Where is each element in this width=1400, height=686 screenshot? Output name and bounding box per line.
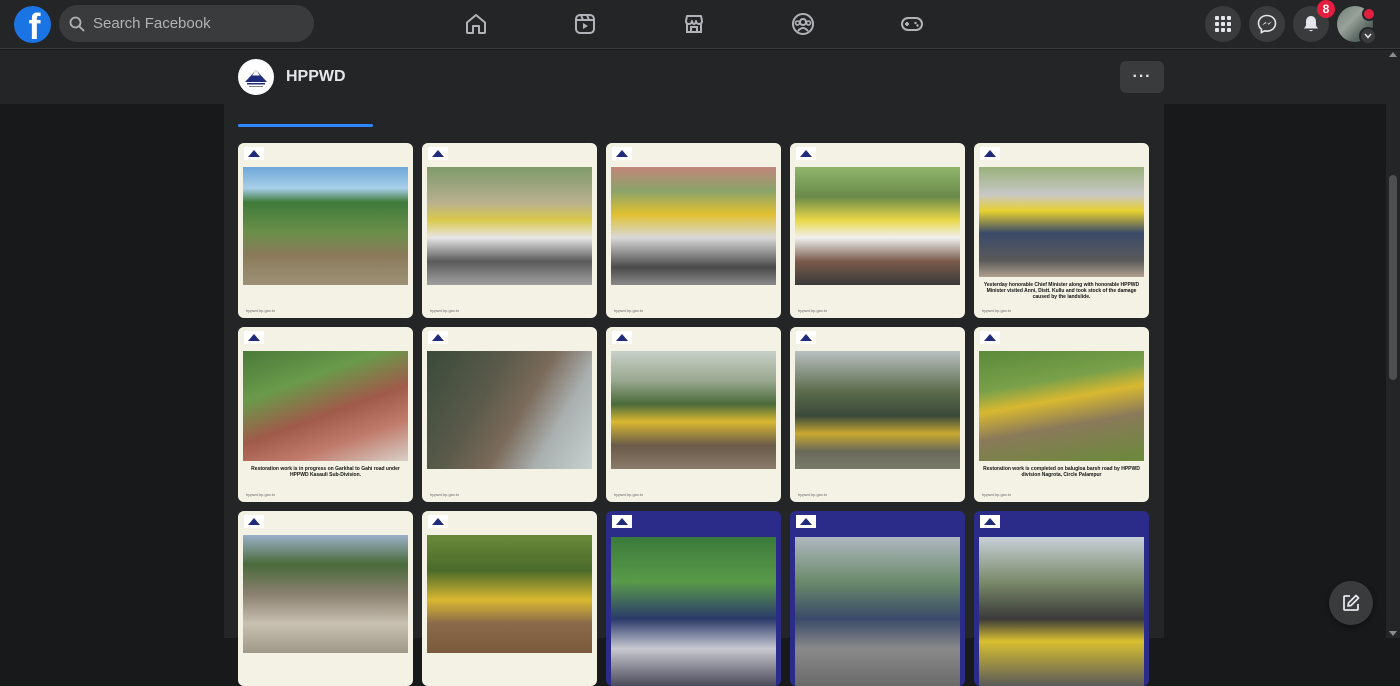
rockfall-photo xyxy=(243,535,408,653)
photo-tile[interactable]: Restoration work is completed on baluglo… xyxy=(974,327,1149,502)
page-header: HPPWD ··· xyxy=(0,50,1386,104)
hppwd-logo-icon xyxy=(245,70,267,87)
officials-photo xyxy=(979,537,1144,686)
status-dot xyxy=(1362,7,1376,21)
hp-logo-icon xyxy=(612,331,632,344)
crowd-photo xyxy=(611,167,776,285)
restoration-photo xyxy=(243,351,408,461)
groups-icon xyxy=(792,13,814,35)
active-tab-indicator xyxy=(238,124,373,127)
nav-home[interactable] xyxy=(460,8,492,40)
hp-logo-icon xyxy=(612,515,632,528)
top-navigation-bar: f 8 xyxy=(0,0,1400,49)
compose-icon xyxy=(1343,594,1360,611)
photo-tile[interactable]: hppwd.hp.gov.in xyxy=(790,327,965,502)
photo-tile[interactable] xyxy=(606,511,781,686)
hp-logo-icon xyxy=(428,515,448,528)
photo-tile[interactable] xyxy=(790,511,965,686)
photo-tile[interactable]: Restoration work is in progress on Garkh… xyxy=(238,327,413,502)
photo-tile[interactable]: hppwd.hp.gov.in xyxy=(422,327,597,502)
bell-icon xyxy=(1304,16,1318,32)
messenger-button[interactable] xyxy=(1249,6,1285,42)
marketplace-icon xyxy=(685,15,703,33)
facebook-logo[interactable]: f xyxy=(14,6,51,43)
photo-tile[interactable]: hppwd.hp.gov.in xyxy=(790,143,965,318)
search-input[interactable] xyxy=(91,14,295,33)
nav-marketplace[interactable] xyxy=(678,8,710,40)
nav-groups[interactable] xyxy=(787,8,819,40)
page-scrollbar[interactable] xyxy=(1386,50,1400,638)
photo-tile[interactable]: hppwd.hp.gov.in xyxy=(606,327,781,502)
officials-photo xyxy=(611,537,776,686)
photo-tile[interactable] xyxy=(422,511,597,686)
messenger-icon xyxy=(1257,14,1277,34)
crowd-photo xyxy=(427,167,592,285)
hp-logo-icon xyxy=(980,515,1000,528)
search-box[interactable] xyxy=(59,5,314,42)
officials-photo xyxy=(795,537,960,686)
nav-watch[interactable] xyxy=(569,8,601,40)
new-message-button[interactable] xyxy=(1329,581,1373,625)
gaming-icon xyxy=(901,17,923,31)
hp-logo-icon xyxy=(796,515,816,528)
page-title[interactable]: HPPWD xyxy=(286,68,346,86)
photo-tile[interactable]: hppwd.hp.gov.in xyxy=(238,143,413,318)
photo-footer: hppwd.hp.gov.in xyxy=(614,308,643,313)
hillside-photo xyxy=(427,351,592,469)
landslide-photo xyxy=(243,167,408,285)
photo-footer: hppwd.hp.gov.in xyxy=(614,492,643,497)
photo-caption: Restoration work is in progress on Garkh… xyxy=(251,466,400,478)
hp-logo-icon xyxy=(612,147,632,160)
photo-footer: hppwd.hp.gov.in xyxy=(982,492,1011,497)
scroll-down-arrow-icon[interactable] xyxy=(1389,631,1397,636)
more-options-button[interactable]: ··· xyxy=(1120,61,1164,93)
hp-logo-icon xyxy=(244,331,264,344)
scroll-up-arrow-icon[interactable] xyxy=(1389,52,1397,57)
photo-footer: hppwd.hp.gov.in xyxy=(246,308,275,313)
photo-caption: Yesterday honorable Chief Minister along… xyxy=(983,282,1140,300)
menu-button[interactable] xyxy=(1205,6,1241,42)
photo-footer: hppwd.hp.gov.in xyxy=(798,308,827,313)
hp-logo-icon xyxy=(796,331,816,344)
photo-caption: Restoration work is completed on baluglo… xyxy=(983,466,1140,478)
photo-tile[interactable] xyxy=(974,511,1149,686)
photo-tile[interactable]: hppwd.hp.gov.in xyxy=(422,143,597,318)
photo-tile[interactable] xyxy=(238,511,413,686)
photo-footer: hppwd.hp.gov.in xyxy=(798,492,827,497)
hp-logo-icon xyxy=(428,147,448,160)
crowd-photo xyxy=(795,167,960,285)
notifications-button[interactable]: 8 xyxy=(1293,0,1335,42)
photo-tile[interactable]: hppwd.hp.gov.in xyxy=(606,143,781,318)
road-restoration-photo xyxy=(979,351,1144,461)
watch-icon xyxy=(575,14,595,34)
account-avatar-button[interactable] xyxy=(1337,6,1377,45)
hp-logo-icon xyxy=(244,147,264,160)
excavator-photo xyxy=(611,351,776,469)
page-profile-picture[interactable] xyxy=(238,59,274,95)
chevron-down-icon xyxy=(1359,27,1377,45)
notification-count-badge: 8 xyxy=(1317,0,1335,18)
hp-logo-icon xyxy=(428,331,448,344)
excavator-photo xyxy=(427,535,592,653)
photo-tile[interactable]: Yesterday honorable Chief Minister along… xyxy=(974,143,1149,318)
photo-footer: hppwd.hp.gov.in xyxy=(246,492,275,497)
scrollbar-thumb[interactable] xyxy=(1389,175,1397,380)
hp-logo-icon xyxy=(980,331,1000,344)
nav-gaming[interactable] xyxy=(896,8,928,40)
hp-logo-icon xyxy=(796,147,816,160)
photo-footer: hppwd.hp.gov.in xyxy=(982,308,1011,313)
grid-menu-icon xyxy=(1215,16,1231,32)
hp-logo-icon xyxy=(244,515,264,528)
search-icon xyxy=(69,16,85,31)
excavator-photo xyxy=(795,351,960,469)
logo-letter: f xyxy=(28,6,41,44)
photo-footer: hppwd.hp.gov.in xyxy=(430,492,459,497)
officials-photo xyxy=(979,167,1144,277)
photos-panel: hppwd.hp.gov.in hppwd.hp.gov.in hppwd.hp… xyxy=(224,104,1164,686)
photo-footer: hppwd.hp.gov.in xyxy=(430,308,459,313)
home-icon xyxy=(466,14,486,34)
hp-logo-icon xyxy=(980,147,1000,160)
